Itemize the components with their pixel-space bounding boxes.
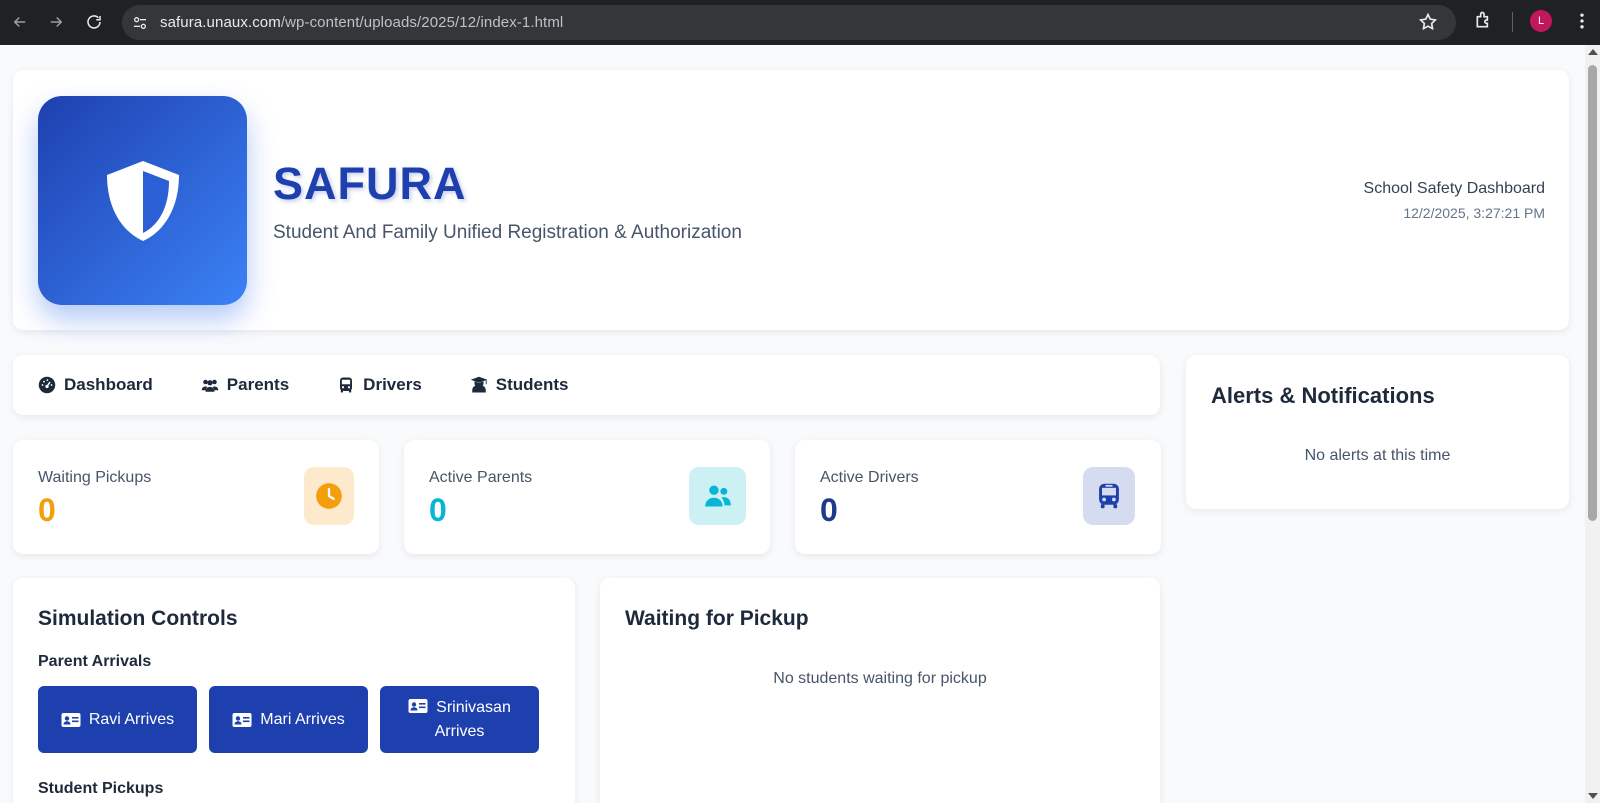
nav-item-drivers[interactable]: Drivers (337, 375, 422, 395)
srinivasan-arrives-button[interactable]: Srinivasan Arrives (380, 686, 539, 753)
url-text[interactable]: safura.unaux.com/wp-content/uploads/2025… (160, 14, 563, 31)
forward-icon[interactable] (38, 4, 74, 40)
stat-icon-box (304, 467, 354, 525)
current-datetime: 12/2/2025, 3:27:21 PM (1403, 205, 1545, 221)
parent-arrivals-label: Parent Arrivals (38, 653, 152, 670)
nav-label-students: Students (495, 375, 569, 394)
app-subtitle: Student And Family Unified Registration … (273, 222, 742, 243)
url-host: safura.unaux.com (160, 14, 281, 31)
scroll-down-arrow-icon[interactable] (1588, 793, 1598, 799)
alerts-title: Alerts & Notifications (1211, 383, 1435, 408)
stat-card-active-parents: Active Parents 0 (404, 440, 770, 554)
nav-label-parents: Parents (226, 375, 290, 394)
address-bar[interactable]: safura.unaux.com/wp-content/uploads/2025… (122, 5, 1456, 40)
stat-label: Active Drivers (820, 469, 919, 486)
stat-icon-box (1083, 467, 1135, 525)
id-card-icon (232, 712, 252, 727)
shield-icon (106, 160, 179, 241)
bus-icon (340, 377, 353, 393)
stat-card-active-drivers: Active Drivers 0 (795, 440, 1161, 554)
main-nav: Dashboard Parents Drivers Students (13, 355, 1160, 415)
reload-icon[interactable] (76, 4, 112, 40)
stat-value: 0 (820, 492, 838, 528)
stat-label: Waiting Pickups (38, 469, 152, 486)
nav-item-dashboard[interactable]: Dashboard (38, 375, 153, 395)
scroll-up-arrow-icon[interactable] (1588, 49, 1598, 55)
site-info-icon[interactable] (126, 9, 154, 37)
simulation-controls-card: Simulation Controls Parent Arrivals Ravi… (13, 578, 575, 803)
toolbar-divider (1512, 12, 1513, 32)
stat-label: Active Parents (429, 469, 533, 486)
back-icon[interactable] (2, 4, 38, 40)
users-icon (201, 379, 219, 392)
alerts-empty-state: No alerts at this time (1304, 447, 1451, 464)
stat-card-waiting-pickups: Waiting Pickups 0 (13, 440, 379, 554)
nav-label-dashboard: Dashboard (64, 375, 153, 394)
profile-avatar[interactable]: L (1530, 10, 1552, 32)
simulation-title: Simulation Controls (38, 607, 238, 630)
gauge-icon (38, 376, 56, 394)
id-card-icon (408, 698, 428, 713)
nav-label-drivers: Drivers (363, 375, 422, 394)
nav-item-parents[interactable]: Parents (201, 375, 289, 395)
dashboard-label: School Safety Dashboard (1363, 180, 1545, 197)
student-pickups-label: Student Pickups (38, 780, 164, 797)
header-card: SAFURA Student And Family Unified Regist… (13, 70, 1569, 330)
srinivasan-arrives-content: Srinivasan Arrives (398, 696, 521, 744)
ravi-arrives-label: Ravi Arrives (88, 710, 175, 728)
id-card-icon (61, 712, 81, 727)
nav-item-students[interactable]: Students (470, 375, 569, 395)
alerts-panel: Alerts & Notifications No alerts at this… (1186, 355, 1569, 509)
bookmark-star-icon[interactable] (1418, 12, 1438, 32)
waiting-for-pickup-card: Waiting for Pickup No students waiting f… (600, 578, 1160, 803)
extensions-icon[interactable] (1474, 10, 1494, 30)
stat-value: 0 (429, 492, 447, 528)
ravi-arrives-button[interactable]: Ravi Arrives (38, 686, 197, 753)
clock-icon (316, 483, 342, 509)
menu-kebab-icon[interactable] (1572, 11, 1592, 31)
header-meta: School Safety Dashboard 12/2/2025, 3:27:… (1364, 180, 1545, 221)
stat-icon-box (689, 467, 746, 525)
graduate-icon (470, 376, 488, 393)
stat-value: 0 (38, 492, 56, 528)
users-icon (704, 485, 731, 507)
browser-toolbar: safura.unaux.com/wp-content/uploads/2025… (0, 0, 1600, 45)
srinivasan-arrives-label: Srinivasan Arrives (434, 698, 511, 740)
app-logo (38, 96, 247, 305)
mari-arrives-button[interactable]: Mari Arrives (209, 686, 368, 753)
mari-arrives-label: Mari Arrives (260, 710, 345, 728)
scroll-thumb[interactable] (1588, 65, 1597, 521)
page-scrollbar[interactable] (1585, 45, 1600, 803)
app-title: SAFURA (273, 158, 467, 209)
bus-icon (1099, 483, 1119, 509)
waiting-title: Waiting for Pickup (625, 607, 809, 630)
url-path: /wp-content/uploads/2025/12/index-1.html (280, 14, 564, 31)
waiting-empty-state: No students waiting for pickup (773, 670, 987, 687)
